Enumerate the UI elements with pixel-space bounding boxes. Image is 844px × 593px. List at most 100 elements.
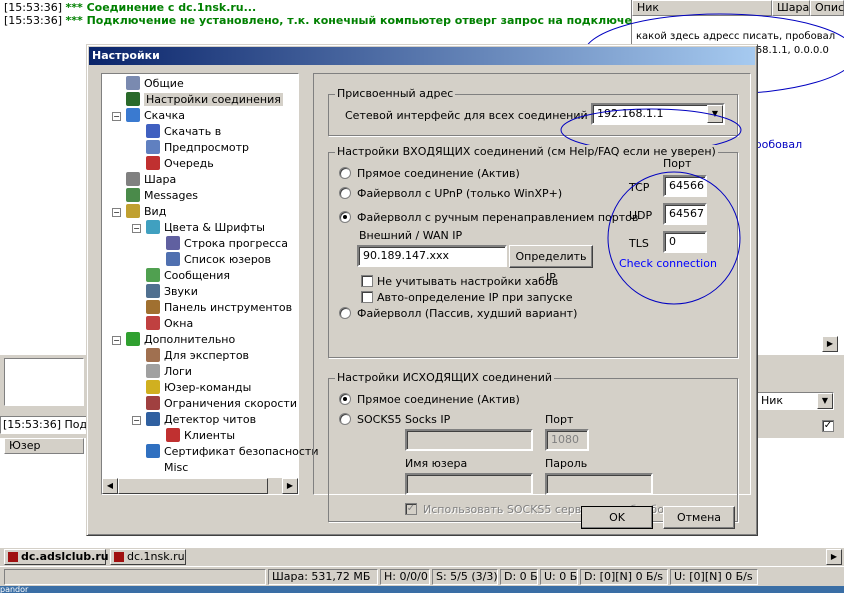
radio-passive-label[interactable]: Файерволл (Пассив, худший вариант)	[357, 307, 577, 320]
status-up: U: 0 Б	[540, 569, 578, 585]
settings-tree[interactable]: Общие Настройки соединения − Скачка Скачать …	[101, 73, 318, 495]
cancel-button[interactable]: Отмена	[663, 506, 735, 529]
tree-item[interactable]: Очередь	[146, 156, 214, 172]
tree-item[interactable]: Звуки	[146, 284, 198, 300]
nick-combo[interactable]: Ник ▼	[756, 392, 834, 410]
radio-active[interactable]	[339, 167, 351, 179]
tree-item[interactable]: Список юзеров	[166, 252, 271, 268]
tree-item[interactable]: Логи	[146, 364, 192, 380]
message-input[interactable]	[4, 358, 84, 406]
tree-item[interactable]: Сообщения	[146, 268, 230, 284]
socks-hosts-checkbox[interactable]: ✓	[405, 503, 417, 515]
tab-scroll-button[interactable]: ▶	[826, 549, 842, 565]
tab-hub-adslclub[interactable]: dc.adslclub.ru	[4, 549, 109, 565]
tree-item-label: Логи	[164, 365, 192, 378]
socks-ip-label: Socks IP	[405, 413, 451, 426]
tree-item[interactable]: Скачать в	[146, 124, 221, 140]
tree-item[interactable]: Вид	[126, 204, 166, 220]
tree-collapse-toggle[interactable]: −	[112, 112, 121, 121]
hub-icon	[8, 552, 18, 562]
tree-item[interactable]: Панель инструментов	[146, 300, 292, 316]
status-down-rate: D: [0][N] 0 Б/s	[580, 569, 668, 585]
radio-upnp-label[interactable]: Файерволл с UPnP (только WinXP+)	[357, 187, 562, 200]
settings-dialog: Настройки Общие Настройки соединения − Скач…	[86, 44, 758, 536]
tree-item[interactable]: Окна	[146, 316, 193, 332]
tree-item[interactable]: Скачка	[126, 108, 185, 124]
tree-item[interactable]: Строка прогресса	[166, 236, 288, 252]
tree-item[interactable]: Сертификат безопасности	[146, 444, 318, 460]
tree-item-label: Строка прогресса	[184, 237, 288, 250]
socks-pass-input[interactable]	[545, 473, 653, 495]
radio-upnp[interactable]	[339, 187, 351, 199]
ignore-hubs-label[interactable]: Не учитывать настройки хабов	[377, 275, 558, 288]
tree-item[interactable]: Детектор читов	[146, 412, 256, 428]
tree-collapse-toggle[interactable]: −	[112, 336, 121, 345]
tree-collapse-toggle[interactable]: −	[132, 224, 141, 233]
radio-active-label[interactable]: Прямое соединение (Актив)	[357, 167, 520, 180]
cheat-icon	[146, 412, 160, 426]
userlist-icon	[166, 252, 180, 266]
toolbar-icon	[146, 300, 160, 314]
socks-user-input[interactable]	[405, 473, 533, 495]
tree-item[interactable]: Юзер-команды	[146, 380, 251, 396]
autodetect-ip-label[interactable]: Авто-определение IP при запуске	[377, 291, 573, 304]
scroll-right-button[interactable]: ▶	[822, 336, 838, 352]
tree-item-label: Messages	[144, 189, 198, 202]
chat-line: [15:53:36] *** Соединение с dc.1nsk.ru..…	[4, 1, 257, 14]
tree-item[interactable]: Предпросмотр	[146, 140, 249, 156]
status-empty	[4, 569, 266, 585]
tree-item[interactable]: Общие	[126, 76, 184, 92]
wan-ip-label: Внешний / WAN IP	[359, 229, 463, 242]
scroll-left-button[interactable]: ◀	[102, 478, 118, 494]
ok-button[interactable]: OK	[581, 506, 653, 529]
scroll-thumb[interactable]	[118, 478, 268, 494]
hub-icon	[114, 552, 124, 562]
tree-item-label: Юзер-команды	[164, 381, 252, 394]
wan-ip-input[interactable]: 90.189.147.xxx	[357, 245, 507, 267]
tree-collapse-toggle[interactable]: −	[132, 416, 141, 425]
status-hubs: H: 0/0/0	[380, 569, 430, 585]
tab-bar: dc.adslclub.ru dc.1nsk.ru ▶	[0, 548, 844, 566]
detect-ip-button[interactable]: Определить IP	[509, 245, 593, 284]
radio-direct[interactable]	[339, 393, 351, 405]
tree-item-label: Детектор читов	[164, 413, 257, 426]
tree-item-label: Сообщения	[164, 269, 231, 282]
autodetect-ip-checkbox[interactable]	[361, 291, 373, 303]
radio-socks5[interactable]	[339, 413, 351, 425]
tree-item-label: Для экспертов	[164, 349, 250, 362]
tree-item[interactable]: Шара	[126, 172, 176, 188]
dialog-title[interactable]: Настройки	[89, 47, 755, 65]
radio-manual-label[interactable]: Файерволл с ручным перенаправлением порт…	[357, 211, 638, 224]
column-user[interactable]: Юзер	[4, 438, 84, 454]
messages-icon	[126, 188, 140, 202]
view-icon	[126, 204, 140, 218]
radio-socks5-label[interactable]: SOCKS5	[357, 413, 402, 426]
advanced-icon	[126, 332, 140, 346]
tree-item-label: Misc	[164, 461, 189, 474]
ignore-hubs-checkbox[interactable]	[361, 275, 373, 287]
socks-ip-input[interactable]	[405, 429, 533, 451]
tree-item[interactable]: Для экспертов	[146, 348, 249, 364]
chevron-down-icon[interactable]: ▼	[817, 393, 833, 409]
radio-direct-label[interactable]: Прямое соединение (Актив)	[357, 393, 520, 406]
socks-port-input[interactable]: 1080	[545, 429, 589, 451]
sidebar-checkbox[interactable]: ✓	[822, 420, 834, 432]
outgoing-title: Настройки ИСХОДЯЩИХ соединений	[335, 371, 554, 384]
tree-item[interactable]: Цвета & Шрифты	[146, 220, 265, 236]
radio-manual[interactable]	[339, 211, 351, 223]
scroll-right-button[interactable]: ▶	[282, 478, 298, 494]
tree-item-label: Панель инструментов	[164, 301, 293, 314]
status-bar: Шара: 531,72 МБ H: 0/0/0 S: 5/5 (3/3) D:…	[0, 566, 844, 586]
tab-hub-1nsk[interactable]: dc.1nsk.ru	[110, 549, 186, 565]
chat-line-truncated: [15:53:36] Подк...	[0, 416, 88, 434]
tree-collapse-toggle[interactable]: −	[112, 208, 121, 217]
tree-item[interactable]: Клиенты	[166, 428, 235, 444]
tree-hscroll[interactable]: ◀ ▶	[102, 478, 298, 494]
radio-passive[interactable]	[339, 307, 351, 319]
tree-item[interactable]: Messages	[126, 188, 198, 204]
tree-item[interactable]: Настройки соединения	[126, 92, 283, 108]
tree-item[interactable]: Misc	[146, 460, 188, 476]
tree-item[interactable]: Ограничения скорости	[146, 396, 297, 412]
tree-item[interactable]: Дополнительно	[126, 332, 235, 348]
download-icon	[126, 108, 140, 122]
